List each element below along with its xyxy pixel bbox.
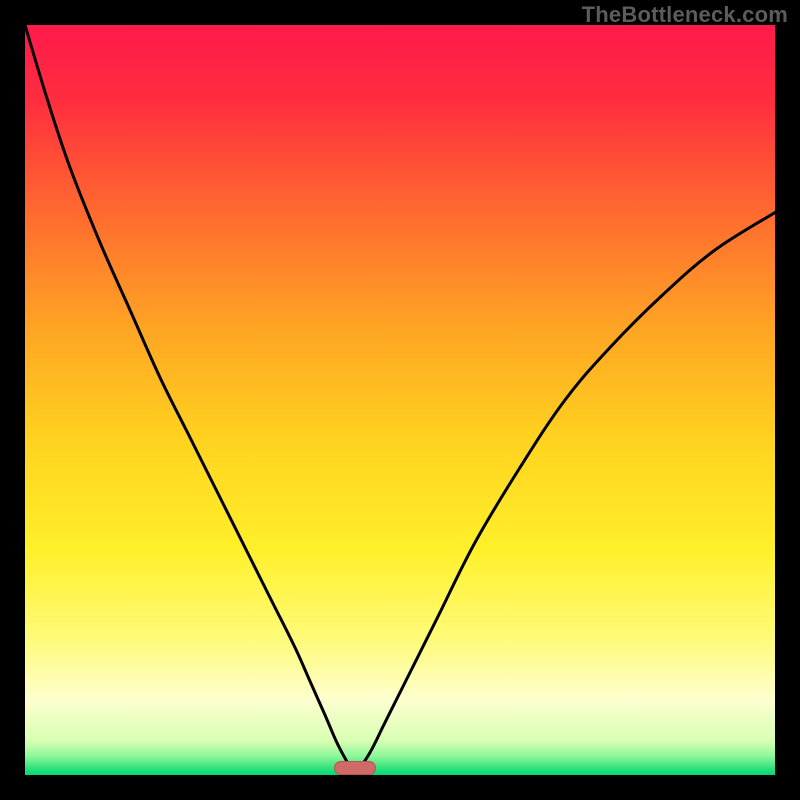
watermark-text: TheBottleneck.com xyxy=(582,2,788,28)
plot-area xyxy=(25,25,775,775)
bottleneck-chart xyxy=(25,25,775,775)
chart-frame: TheBottleneck.com xyxy=(0,0,800,800)
optimal-marker xyxy=(334,761,376,775)
gradient-background xyxy=(25,25,775,775)
